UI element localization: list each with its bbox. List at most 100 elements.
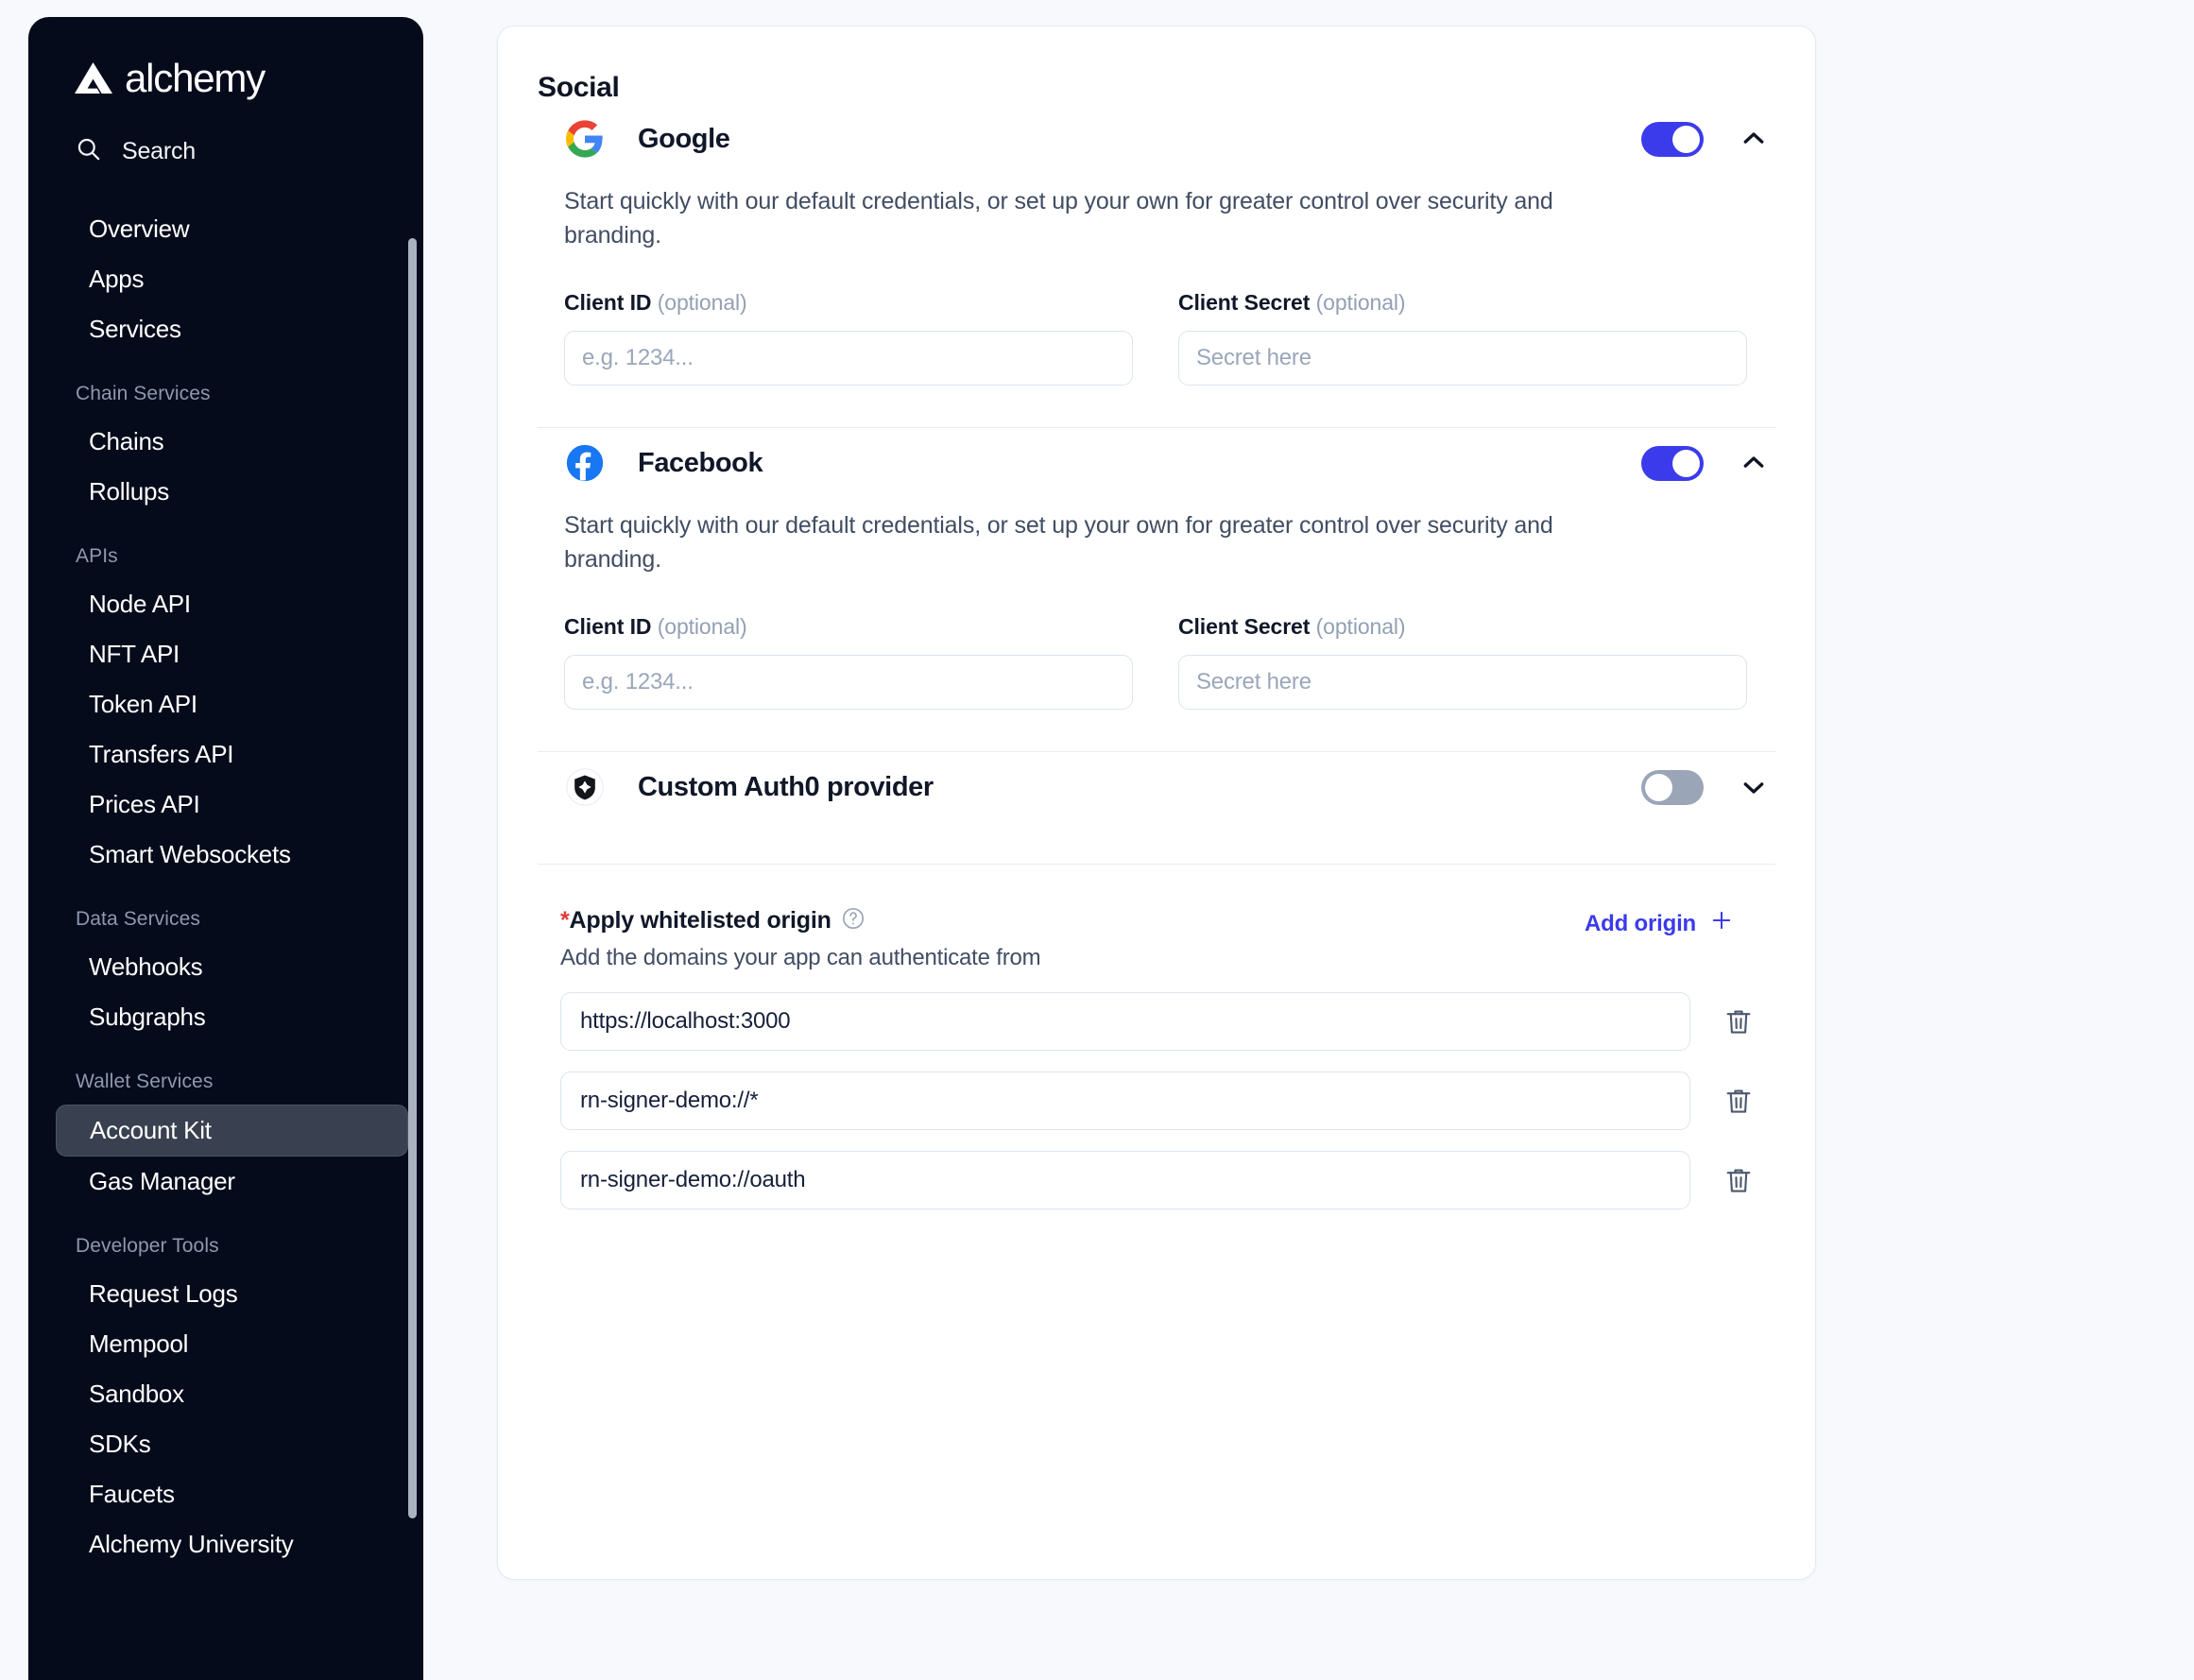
provider-controls bbox=[1641, 122, 1768, 157]
auth0-shield-icon bbox=[564, 766, 606, 808]
sidebar-item-request-logs[interactable]: Request Logs bbox=[42, 1269, 408, 1319]
plus-icon bbox=[1709, 908, 1734, 939]
toggle-knob bbox=[1645, 774, 1672, 801]
sidebar-group-label: Chain Services bbox=[28, 354, 423, 417]
sidebar-item-alchemy-university[interactable]: Alchemy University bbox=[42, 1519, 408, 1569]
toggle-knob bbox=[1672, 126, 1700, 153]
origin-input[interactable] bbox=[560, 992, 1690, 1051]
provider-description: Start quickly with our default credentia… bbox=[564, 185, 1641, 252]
trash-icon[interactable] bbox=[1723, 1085, 1755, 1117]
brand-wordmark: alchemy bbox=[125, 59, 265, 98]
sidebar-item-sdks[interactable]: SDKs bbox=[42, 1419, 408, 1469]
field-optional-tag: (optional) bbox=[1316, 290, 1406, 315]
field-client-id: Client ID (optional) bbox=[564, 290, 1133, 386]
credential-fields: Client ID (optional)Client Secret (optio… bbox=[564, 290, 1775, 386]
provider-name: Google bbox=[638, 124, 730, 155]
provider-header[interactable]: Google bbox=[538, 104, 1775, 174]
origin-row bbox=[560, 1071, 1775, 1130]
chevron-up-icon[interactable] bbox=[1740, 449, 1768, 477]
sidebar-item-mempool[interactable]: Mempool bbox=[42, 1319, 408, 1369]
field-label: Client ID (optional) bbox=[564, 614, 1133, 640]
origin-section-label: *Apply whitelisted origin bbox=[560, 907, 831, 934]
client-secret-input[interactable] bbox=[1178, 331, 1747, 386]
provider-controls bbox=[1641, 446, 1768, 481]
client-id-input[interactable] bbox=[564, 655, 1133, 710]
sidebar-item-subgraphs[interactable]: Subgraphs bbox=[42, 992, 408, 1042]
sidebar-item-webhooks[interactable]: Webhooks bbox=[42, 942, 408, 992]
sidebar-item-chains[interactable]: Chains bbox=[42, 417, 408, 467]
sidebar-item-rollups[interactable]: Rollups bbox=[42, 467, 408, 517]
field-label: Client Secret (optional) bbox=[1178, 290, 1747, 316]
chevron-up-icon[interactable] bbox=[1740, 125, 1768, 153]
chevron-down-icon[interactable] bbox=[1740, 773, 1768, 801]
client-id-input[interactable] bbox=[564, 331, 1133, 386]
provider-section: Google Start quickly with our default cre… bbox=[498, 104, 1815, 428]
brand-logo[interactable]: alchemy bbox=[28, 17, 423, 98]
provider-toggle[interactable] bbox=[1641, 446, 1704, 481]
sidebar-nav-list: OverviewAppsServicesChain ServicesChains… bbox=[28, 202, 423, 1569]
sidebar-item-sandbox[interactable]: Sandbox bbox=[42, 1369, 408, 1419]
sidebar-item-token-api[interactable]: Token API bbox=[42, 679, 408, 729]
sidebar-item-smart-websockets[interactable]: Smart Websockets bbox=[42, 830, 408, 880]
field-optional-tag: (optional) bbox=[658, 614, 747, 639]
question-circle-icon[interactable] bbox=[841, 906, 866, 935]
provider-section: Custom Auth0 provider bbox=[498, 752, 1815, 822]
field-label-text: Client Secret bbox=[1178, 290, 1310, 315]
facebook-icon bbox=[564, 442, 606, 484]
field-client-secret: Client Secret (optional) bbox=[1178, 290, 1747, 386]
sidebar-item-node-api[interactable]: Node API bbox=[42, 579, 408, 629]
sidebar-item-apps[interactable]: Apps bbox=[42, 254, 408, 304]
credential-fields: Client ID (optional)Client Secret (optio… bbox=[564, 614, 1775, 710]
origin-row-list bbox=[560, 992, 1775, 1209]
origin-input[interactable] bbox=[560, 1151, 1690, 1209]
sidebar-group-label: Data Services bbox=[28, 880, 423, 942]
provider-header[interactable]: Facebook bbox=[538, 428, 1775, 498]
sidebar-item-faucets[interactable]: Faucets bbox=[42, 1469, 408, 1519]
required-asterisk: * bbox=[560, 907, 570, 934]
search-label: Search bbox=[122, 138, 196, 165]
sidebar-nav: OverviewAppsServicesChain ServicesChains… bbox=[28, 202, 423, 1648]
provider-toggle[interactable] bbox=[1641, 122, 1704, 157]
field-label-text: Client Secret bbox=[1178, 614, 1310, 639]
field-optional-tag: (optional) bbox=[1316, 614, 1406, 639]
google-icon bbox=[564, 118, 606, 160]
add-origin-label: Add origin bbox=[1585, 911, 1696, 937]
field-label: Client Secret (optional) bbox=[1178, 614, 1747, 640]
provider-name: Custom Auth0 provider bbox=[638, 772, 934, 803]
sidebar-item-services[interactable]: Services bbox=[42, 304, 408, 354]
sidebar-group-label: APIs bbox=[28, 517, 423, 579]
origin-label-text: Apply whitelisted origin bbox=[570, 907, 831, 934]
field-label-text: Client ID bbox=[564, 290, 651, 315]
search-button[interactable]: Search bbox=[28, 98, 423, 166]
provider-list: Google Start quickly with our default cre… bbox=[498, 104, 1815, 822]
provider-controls bbox=[1641, 770, 1768, 805]
client-secret-input[interactable] bbox=[1178, 655, 1747, 710]
provider-toggle[interactable] bbox=[1641, 770, 1704, 805]
sidebar-item-transfers-api[interactable]: Transfers API bbox=[42, 729, 408, 780]
origin-section-subtitle: Add the domains your app can authenticat… bbox=[560, 945, 1775, 971]
social-settings-card: Social Google Start quickly with our defa… bbox=[497, 26, 1816, 1580]
page-title: Social bbox=[498, 26, 1815, 104]
provider-section: FacebookStart quickly with our default c… bbox=[498, 428, 1815, 752]
sidebar-scrollbar[interactable] bbox=[408, 238, 417, 1518]
field-client-id: Client ID (optional) bbox=[564, 614, 1133, 710]
whitelisted-origins-section: *Apply whitelisted origin Add the domain… bbox=[560, 906, 1775, 1209]
field-label-text: Client ID bbox=[564, 614, 651, 639]
sidebar-item-overview[interactable]: Overview bbox=[42, 204, 408, 254]
trash-icon[interactable] bbox=[1723, 1164, 1755, 1196]
add-origin-button[interactable]: Add origin bbox=[1585, 908, 1734, 939]
sidebar-item-account-kit[interactable]: Account Kit bbox=[56, 1105, 408, 1157]
sidebar-item-prices-api[interactable]: Prices API bbox=[42, 780, 408, 830]
provider-header[interactable]: Custom Auth0 provider bbox=[538, 752, 1775, 822]
field-optional-tag: (optional) bbox=[658, 290, 747, 315]
sidebar-item-gas-manager[interactable]: Gas Manager bbox=[42, 1157, 408, 1207]
sidebar-item-nft-api[interactable]: NFT API bbox=[42, 629, 408, 679]
section-divider bbox=[538, 864, 1775, 865]
trash-icon[interactable] bbox=[1723, 1005, 1755, 1037]
toggle-knob bbox=[1672, 450, 1700, 477]
origin-input[interactable] bbox=[560, 1071, 1690, 1130]
sidebar-group-label: Developer Tools bbox=[28, 1207, 423, 1269]
sidebar: alchemy Search OverviewAppsServicesChain… bbox=[28, 17, 423, 1680]
origin-row bbox=[560, 1151, 1775, 1209]
provider-name: Facebook bbox=[638, 448, 763, 479]
